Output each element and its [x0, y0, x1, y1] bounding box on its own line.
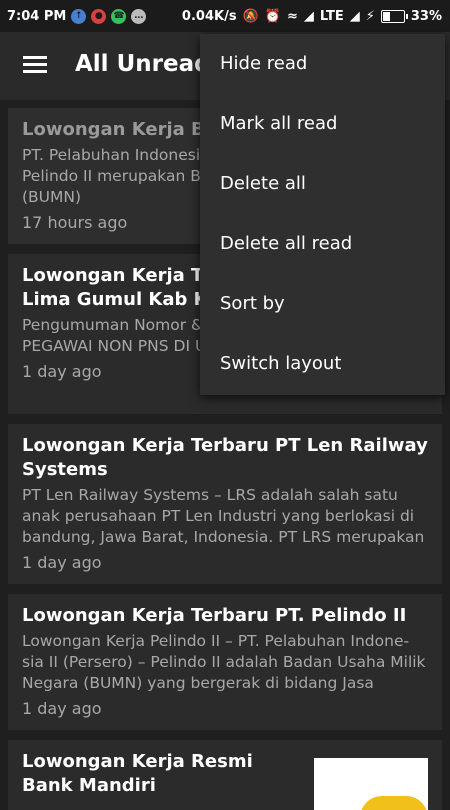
menu-item-switch-layout[interactable]: Switch layout — [200, 334, 445, 394]
more-icon: … — [131, 8, 147, 24]
menu-item-mark-all-read[interactable]: Mark all read — [200, 94, 445, 154]
battery-fill — [382, 11, 391, 21]
article-time: 1 day ago — [22, 553, 102, 572]
menu-item-delete-all-read[interactable]: Delete all read — [200, 214, 445, 274]
article-title: Lowongan Kerja Resmi Bank Mandiri — [22, 751, 253, 796]
network-speed: 0.04K/s — [181, 8, 237, 24]
article-title: Lowongan Kerja Terbaru PT Len Railway Sy… — [22, 435, 428, 480]
data-saver-icon: ⚡ — [365, 8, 375, 24]
battery-percent: 33% — [410, 8, 442, 24]
whatsapp-icon: ☎ — [111, 8, 127, 24]
app-icon: ● — [91, 8, 107, 24]
battery-icon — [380, 9, 408, 23]
article-card[interactable]: Lowongan Kerja Terbaru PT Len Railway Sy… — [8, 424, 442, 584]
bank-logo-graphic — [360, 796, 428, 810]
network-type: LTE — [319, 8, 344, 24]
article-snippet: Lowongan Kerja Pelindo II – PT. Pelabuha… — [22, 632, 426, 692]
menu-item-hide-read[interactable]: Hide read — [200, 34, 445, 94]
hamburger-menu-icon[interactable] — [23, 56, 47, 76]
article-snippet: PT Len Railway Systems – LRS adalah sala… — [22, 486, 425, 546]
status-bar: 7:04 PM ⭡ ● ☎ … 0.04K/s 🔕 ⏰ ≈ ◢ LTE ◢ ⚡ … — [0, 0, 450, 32]
signal-icon: ◢ — [349, 8, 360, 24]
menu-item-delete-all[interactable]: Delete all — [200, 154, 445, 214]
article-time: 1 day ago — [22, 699, 102, 718]
menu-item-sort-by[interactable]: Sort by — [200, 274, 445, 334]
wifi-icon: ≈ — [286, 8, 298, 24]
signal-icon: ◢ — [303, 8, 314, 24]
article-thumbnail — [314, 758, 428, 810]
alarm-icon: ⏰ — [264, 8, 281, 24]
usb-icon: ⭡ — [71, 8, 87, 24]
mute-icon: 🔕 — [242, 8, 259, 24]
article-title: Lowongan Kerja Terbaru PT. Pelindo II — [22, 605, 407, 626]
overflow-menu: Hide read Mark all read Delete all Delet… — [200, 34, 445, 395]
article-card[interactable]: Lowongan Kerja Terbaru PT. Pelindo II Lo… — [8, 594, 442, 730]
status-time: 7:04 PM — [7, 8, 67, 24]
